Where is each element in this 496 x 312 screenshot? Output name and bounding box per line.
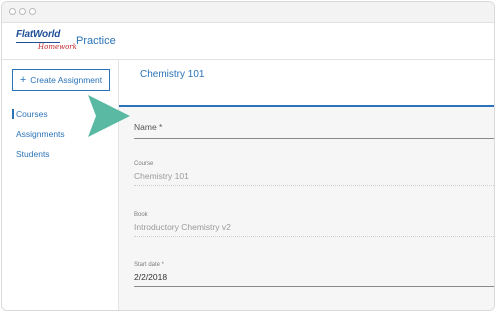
- book-value: Introductory Chemistry v2: [134, 222, 494, 237]
- book-field: Book Introductory Chemistry v2: [134, 212, 494, 237]
- logo-sub-text: Homework: [38, 43, 77, 51]
- course-label: Course: [134, 161, 154, 167]
- book-label: Book: [134, 212, 148, 218]
- app-title: Practice: [76, 35, 116, 47]
- name-label: Name *: [134, 122, 163, 132]
- start-date-label: Start date *: [134, 262, 165, 268]
- create-assignment-button[interactable]: + Create Assignment: [12, 69, 110, 91]
- start-date-field[interactable]: Start date * 2/2/2018: [134, 262, 494, 287]
- pointer-arrow-icon: [88, 95, 130, 137]
- create-assignment-label: Create Assignment: [30, 75, 103, 85]
- logo-main-text: FlatWorld: [16, 29, 61, 40]
- sidebar-item-assignments[interactable]: Assignments: [16, 129, 65, 139]
- window-dot-icon: [9, 8, 16, 15]
- window-titlebar: [2, 2, 494, 23]
- main-panel: Chemistry 101 Name * Course Chemistry 10…: [119, 60, 494, 310]
- app-header: FlatWorld Homework Practice: [2, 23, 494, 60]
- course-value: Chemistry 101: [134, 171, 494, 186]
- window-dot-icon: [19, 8, 26, 15]
- window-dot-icon: [29, 8, 36, 15]
- flatworld-logo[interactable]: FlatWorld Homework: [16, 29, 77, 53]
- main-header: Chemistry 101: [119, 60, 494, 107]
- page-title: Chemistry 101: [140, 69, 205, 80]
- plus-icon: +: [19, 73, 27, 86]
- browser-window: FlatWorld Homework Practice + Create Ass…: [1, 1, 495, 311]
- sidebar-item-courses[interactable]: Courses: [12, 109, 48, 119]
- start-date-input[interactable]: 2/2/2018: [134, 272, 494, 287]
- sidebar-item-students[interactable]: Students: [16, 149, 50, 159]
- course-field: Course Chemistry 101: [134, 161, 494, 186]
- name-input[interactable]: Name *: [134, 122, 494, 139]
